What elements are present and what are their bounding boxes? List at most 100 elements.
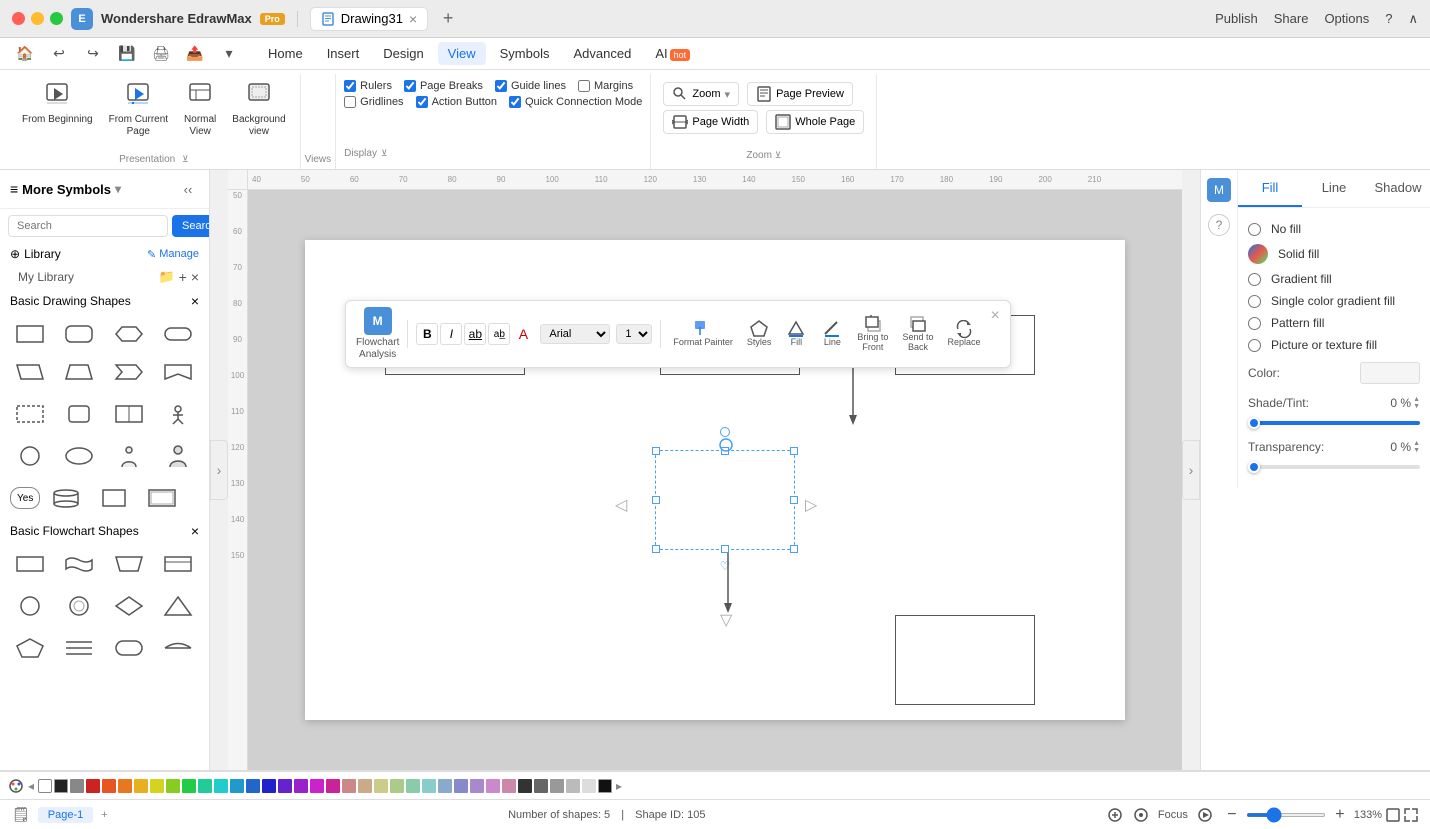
- styles-button[interactable]: Styles: [743, 318, 776, 350]
- palette-no-color[interactable]: [38, 779, 52, 793]
- background-view-button[interactable]: Backgroundview: [226, 78, 291, 142]
- gridlines-checkbox[interactable]: Gridlines: [344, 96, 403, 108]
- shape-person[interactable]: [156, 397, 200, 431]
- gradient-fill-option[interactable]: Gradient fill: [1248, 268, 1420, 290]
- new-tab-button[interactable]: +: [436, 7, 460, 31]
- shape-yes[interactable]: Yes: [10, 487, 40, 509]
- shape-flow-trapezoid[interactable]: [107, 547, 151, 581]
- palette-medium-gray[interactable]: [534, 779, 548, 793]
- close-library-icon[interactable]: ×: [191, 269, 199, 285]
- document-tab[interactable]: Drawing31 ×: [310, 7, 428, 31]
- color-swatch[interactable]: [1360, 362, 1420, 384]
- no-fill-option[interactable]: No fill: [1248, 218, 1420, 240]
- palette-orange-red[interactable]: [102, 779, 116, 793]
- shape-rect-dashed[interactable]: [8, 397, 52, 431]
- palette-yellow-orange[interactable]: [134, 779, 148, 793]
- transp-up-arrow[interactable]: ▲: [1413, 440, 1420, 447]
- palette-pink[interactable]: [326, 779, 340, 793]
- zoom-slider[interactable]: [1246, 813, 1326, 817]
- export-button[interactable]: 📤: [182, 41, 208, 67]
- shape-oval[interactable]: [57, 439, 101, 473]
- panel-help-icon[interactable]: ?: [1208, 214, 1230, 236]
- font-selector[interactable]: Arial: [540, 324, 610, 344]
- palette-light-gray[interactable]: [550, 779, 564, 793]
- handle-ml[interactable]: [652, 496, 660, 504]
- collapse-panel-button[interactable]: ‹‹: [177, 178, 199, 200]
- palette-blue-purple[interactable]: [278, 779, 292, 793]
- add-page-button[interactable]: +: [101, 809, 107, 821]
- menu-insert[interactable]: Insert: [317, 42, 370, 65]
- shape-flow-pentagon[interactable]: [8, 631, 52, 665]
- my-library-item[interactable]: My Library 📁 + ×: [0, 265, 209, 289]
- library-expand-icon[interactable]: ⊕: [10, 247, 20, 261]
- palette-light-yellow[interactable]: [374, 779, 388, 793]
- close-button[interactable]: [12, 12, 25, 25]
- shape-flow-diamond[interactable]: [107, 589, 151, 623]
- toolbar-close-icon[interactable]: ×: [991, 307, 1000, 325]
- publish-button[interactable]: Publish: [1215, 11, 1258, 26]
- palette-right-arrow[interactable]: ▸: [614, 779, 624, 793]
- search-button[interactable]: Search: [172, 215, 210, 237]
- focus-label[interactable]: Focus: [1158, 809, 1188, 821]
- palette-lighter-gray[interactable]: [566, 779, 580, 793]
- palette-orchid[interactable]: [486, 779, 500, 793]
- palette-near-black[interactable]: [598, 779, 612, 793]
- palette-purple[interactable]: [294, 779, 308, 793]
- connect-right-arrow[interactable]: ▷: [805, 495, 817, 515]
- shape-flow-process[interactable]: [8, 547, 52, 581]
- shape-flow-circle[interactable]: [8, 589, 52, 623]
- home-nav-button[interactable]: 🏠: [12, 41, 38, 67]
- bold-button[interactable]: B: [416, 323, 438, 345]
- fullscreen-button[interactable]: [50, 12, 63, 25]
- replace-button[interactable]: Replace: [943, 318, 984, 350]
- palette-light-red[interactable]: [342, 779, 356, 793]
- menu-ai[interactable]: AIhot: [645, 42, 700, 65]
- palette-gray[interactable]: [70, 779, 84, 793]
- palette-sky-blue[interactable]: [438, 779, 452, 793]
- connect-down-arrow[interactable]: ▽: [720, 610, 732, 630]
- rulers-checkbox[interactable]: Rulers: [344, 80, 392, 92]
- new-folder-icon[interactable]: 📁: [158, 269, 174, 285]
- flowchart-analysis-button[interactable]: M FlowchartAnalysis: [356, 307, 399, 361]
- zoom-button[interactable]: Zoom ▾: [663, 82, 739, 106]
- panel-main-icon[interactable]: M: [1207, 178, 1231, 202]
- shade-down-arrow[interactable]: ▼: [1413, 403, 1420, 410]
- basic-flowchart-category[interactable]: Basic Flowchart Shapes ×: [0, 519, 209, 543]
- more-symbols-arrow[interactable]: ▾: [115, 182, 121, 196]
- handle-bc[interactable]: [721, 545, 729, 553]
- palette-orange[interactable]: [118, 779, 132, 793]
- shape-person3[interactable]: [156, 439, 200, 473]
- tab-close-button[interactable]: ×: [409, 11, 417, 27]
- shape-circle[interactable]: [8, 439, 52, 473]
- shape-chevron[interactable]: [107, 355, 151, 389]
- category-close-icon[interactable]: ×: [191, 293, 199, 309]
- font-size-selector[interactable]: 12: [616, 324, 652, 344]
- palette-yellow[interactable]: [150, 779, 164, 793]
- from-beginning-button[interactable]: From Beginning: [16, 78, 99, 130]
- shape-trapezoid[interactable]: [57, 355, 101, 389]
- save-button[interactable]: 💾: [114, 41, 140, 67]
- palette-lavender[interactable]: [454, 779, 468, 793]
- flowchart-category-close-icon[interactable]: ×: [191, 523, 199, 539]
- fill-button[interactable]: Fill: [781, 318, 811, 350]
- focus-icon-btn[interactable]: [1132, 806, 1150, 824]
- shape-half-rect[interactable]: [107, 397, 151, 431]
- shape-rounded-sq[interactable]: [57, 397, 101, 431]
- handle-mr[interactable]: [790, 496, 798, 504]
- shape-rect2[interactable]: [92, 481, 136, 515]
- menu-advanced[interactable]: Advanced: [563, 42, 641, 65]
- palette-light-blue[interactable]: [230, 779, 244, 793]
- palette-red[interactable]: [86, 779, 100, 793]
- selected-shape[interactable]: ♡: [655, 450, 795, 550]
- palette-magenta[interactable]: [310, 779, 324, 793]
- shape-parallelogram[interactable]: [8, 355, 52, 389]
- shape-flow-circle2[interactable]: [57, 589, 101, 623]
- italic-button[interactable]: I: [440, 323, 462, 345]
- shape-person2[interactable]: [107, 439, 151, 473]
- page-breaks-checkbox[interactable]: Page Breaks: [404, 80, 483, 92]
- action-button-checkbox[interactable]: Action Button: [416, 96, 497, 108]
- handle-bl[interactable]: [652, 545, 660, 553]
- send-to-back-button[interactable]: Send toBack: [898, 313, 937, 355]
- shade-up-arrow[interactable]: ▲: [1413, 396, 1420, 403]
- palette-left-arrow[interactable]: ◂: [26, 779, 36, 793]
